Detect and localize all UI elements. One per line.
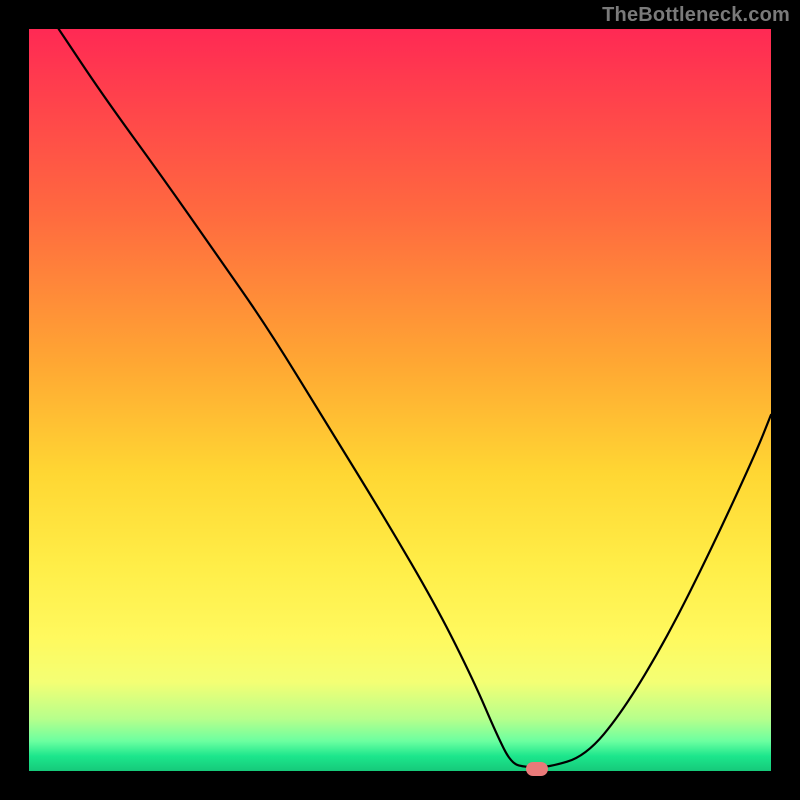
watermark-text: TheBottleneck.com (602, 4, 790, 27)
bottleneck-curve (29, 29, 771, 771)
plot-area (29, 29, 771, 771)
chart-stage: TheBottleneck.com (0, 0, 800, 800)
optimum-marker (526, 762, 548, 776)
